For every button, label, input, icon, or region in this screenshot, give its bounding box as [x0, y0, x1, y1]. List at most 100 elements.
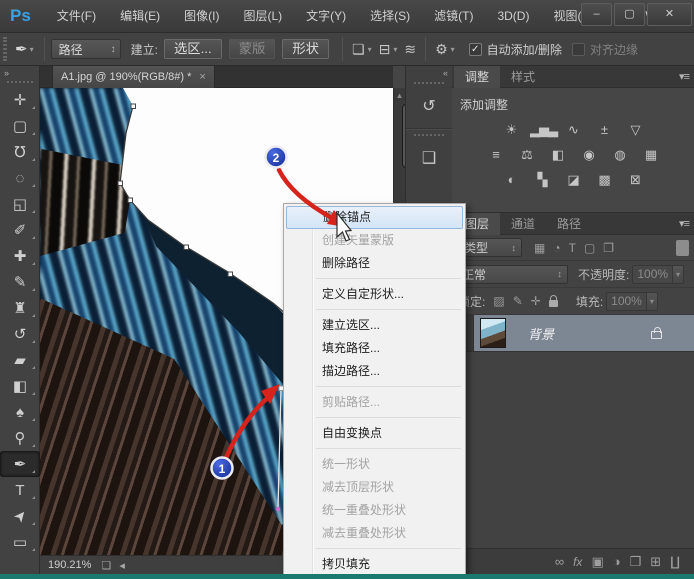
crop-tool[interactable]: ◱: [0, 191, 40, 217]
posterize-icon[interactable]: ▚: [530, 170, 554, 190]
filter-type-icon[interactable]: T: [569, 241, 576, 255]
menu-3d[interactable]: 3D(D): [485, 0, 541, 33]
menu-filter[interactable]: 滤镜(T): [422, 0, 485, 33]
make-mask-button[interactable]: 蒙版: [229, 39, 276, 59]
vibrance-icon[interactable]: ▽: [623, 120, 647, 140]
fill-arrow-icon[interactable]: ▾: [647, 292, 658, 311]
shape-tool[interactable]: ▭: [0, 529, 40, 555]
auto-add-delete-checkbox[interactable]: ✓: [469, 43, 482, 56]
layer-row-background[interactable]: 背景: [452, 315, 694, 352]
toolbar-collapse-icon[interactable]: »: [0, 66, 39, 78]
filter-shape-icon[interactable]: ▢: [584, 241, 595, 255]
status-arrow-icon[interactable]: ◂: [119, 559, 125, 572]
hue-saturation-icon[interactable]: ≡: [484, 145, 508, 165]
opacity-arrow-icon[interactable]: ▾: [673, 265, 684, 284]
lock-transparency-icon[interactable]: ▨: [493, 294, 504, 308]
gear-icon[interactable]: ⚙: [435, 41, 448, 58]
effects-icon[interactable]: fx: [573, 555, 582, 569]
tab-close-icon[interactable]: ×: [199, 66, 205, 88]
lock-paint-icon[interactable]: ✎: [513, 294, 523, 308]
filter-smart-object-icon[interactable]: ❐: [603, 241, 614, 255]
threshold-icon[interactable]: ◪: [561, 170, 585, 190]
tab-channels[interactable]: 通道: [500, 213, 546, 235]
quick-selection-tool[interactable]: ◌: [0, 165, 40, 191]
color-balance-icon[interactable]: ⚖: [515, 145, 539, 165]
layer-filter-select[interactable]: 类型 ↕: [458, 238, 522, 257]
menu-item-subtract-overlap[interactable]: 减去重叠处形状: [286, 522, 463, 545]
menu-select[interactable]: 选择(S): [358, 0, 422, 33]
menu-item-clipping-path[interactable]: 剪贴路径...: [286, 391, 463, 414]
menu-layer[interactable]: 图层(L): [231, 0, 294, 33]
pen-tool-preset-icon[interactable]: ✒: [15, 40, 28, 58]
dock-collapse-icon[interactable]: «: [406, 66, 452, 78]
document-tab[interactable]: A1.jpg @ 190%(RGB/8#) * ×: [52, 66, 215, 88]
delete-layer-icon[interactable]: ∐: [670, 554, 680, 570]
menu-item-delete-path[interactable]: 删除路径: [286, 252, 463, 275]
invert-icon[interactable]: ◐: [499, 170, 523, 190]
maximize-button[interactable]: ▢: [614, 3, 645, 26]
zoom-level[interactable]: 190.21%: [48, 559, 91, 571]
clone-stamp-tool[interactable]: ♜: [0, 295, 40, 321]
menu-item-unite-shapes[interactable]: 统一形状: [286, 453, 463, 476]
tool-mode-select[interactable]: 路径 ↕: [51, 39, 121, 59]
exposure-icon[interactable]: ±: [592, 120, 616, 140]
link-icon[interactable]: ∞: [555, 554, 564, 569]
black-white-icon[interactable]: ◧: [546, 145, 570, 165]
close-button[interactable]: ✕: [647, 3, 692, 26]
make-shape-button[interactable]: 形状: [282, 39, 329, 59]
lock-all-icon[interactable]: [549, 300, 558, 307]
tab-adjustments[interactable]: 调整: [454, 66, 500, 88]
properties-panel-icon[interactable]: ❑: [406, 140, 452, 176]
dodge-tool[interactable]: ⚲: [0, 425, 40, 451]
lasso-tool[interactable]: ℧: [0, 139, 40, 165]
move-tool[interactable]: ✛: [0, 87, 40, 113]
menu-edit[interactable]: 编辑(E): [108, 0, 172, 33]
marquee-tool[interactable]: ▢: [0, 113, 40, 139]
history-brush-tool[interactable]: ↺: [0, 321, 40, 347]
gradient-map-icon[interactable]: ▩: [592, 170, 616, 190]
align-edges-checkbox[interactable]: [572, 43, 585, 56]
tool-preset-arrow-icon[interactable]: ▾: [30, 45, 34, 54]
opacity-value[interactable]: 100%: [632, 265, 673, 284]
menu-image[interactable]: 图像(I): [172, 0, 231, 33]
brush-tool[interactable]: ✎: [0, 269, 40, 295]
menu-item-copy-fill[interactable]: 拷贝填充: [286, 553, 463, 576]
dock-grip[interactable]: [414, 82, 444, 84]
layer-mask-icon[interactable]: ▣: [591, 554, 603, 570]
document-info-icon[interactable]: ❏: [101, 559, 111, 572]
type-tool[interactable]: T: [0, 477, 40, 503]
eyedropper-tool[interactable]: ✐: [0, 217, 40, 243]
path-arrange-icon[interactable]: ≋: [404, 41, 416, 58]
filter-toggle[interactable]: [676, 240, 689, 256]
menu-item-define-custom-shape[interactable]: 定义自定形状...: [286, 283, 463, 306]
scroll-up-icon[interactable]: ▲: [394, 88, 405, 100]
panel-menu-icon[interactable]: ▾≡: [679, 217, 689, 230]
blend-mode-select[interactable]: 正常 ↕: [456, 265, 568, 284]
fill-value[interactable]: 100%: [606, 292, 647, 311]
levels-icon[interactable]: ▂▅▃: [530, 120, 554, 140]
dock-grip[interactable]: [414, 134, 444, 136]
menu-item-make-selection[interactable]: 建立选区...: [286, 314, 463, 337]
toolbar-grip[interactable]: [7, 81, 33, 83]
new-layer-icon[interactable]: ⊞: [650, 554, 661, 570]
curves-icon[interactable]: ∿: [561, 120, 585, 140]
history-panel-icon[interactable]: ↺: [406, 88, 452, 124]
menu-item-delete-anchor[interactable]: 删除锚点: [286, 206, 463, 229]
panel-menu-icon[interactable]: ▾≡: [679, 70, 689, 83]
make-selection-button[interactable]: 选区...: [164, 39, 222, 59]
filter-adjustment-icon[interactable]: ◔: [553, 241, 560, 255]
path-selection-tool[interactable]: ➤: [0, 503, 40, 529]
lock-position-icon[interactable]: ✛: [531, 294, 541, 308]
layer-thumbnail[interactable]: [480, 318, 506, 348]
menu-item-subtract-front-shape[interactable]: 减去顶层形状: [286, 476, 463, 499]
filter-pixel-icon[interactable]: ▦: [534, 241, 545, 255]
menu-item-stroke-path[interactable]: 描边路径...: [286, 360, 463, 383]
eraser-tool[interactable]: ▰: [0, 347, 40, 373]
path-operations-icon[interactable]: ❏: [352, 41, 365, 58]
brightness-contrast-icon[interactable]: ☀: [499, 120, 523, 140]
pen-tool[interactable]: ✒: [0, 451, 40, 477]
tab-styles[interactable]: 样式: [500, 66, 546, 88]
menu-type[interactable]: 文字(Y): [294, 0, 358, 33]
menu-item-fill-path[interactable]: 填充路径...: [286, 337, 463, 360]
photo-filter-icon[interactable]: ◉: [577, 145, 601, 165]
